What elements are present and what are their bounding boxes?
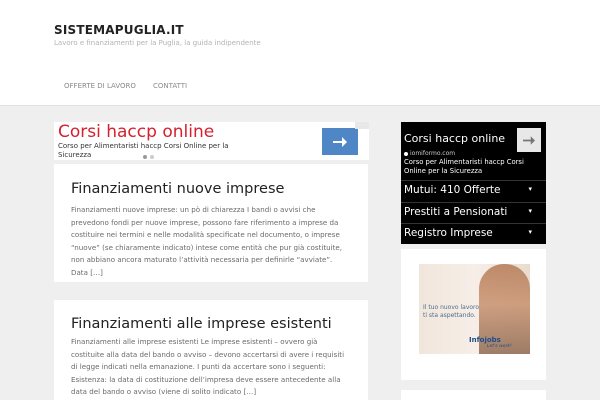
- main-nav: OFFERTE DI LAVORO CONTATTI: [0, 66, 600, 106]
- sidebar-ad-domain-text: iomiformo.com: [410, 150, 456, 157]
- chevron-down-icon: ▾: [528, 207, 532, 215]
- chevron-down-icon: ▾: [528, 228, 532, 236]
- infojobs-banner[interactable]: Il tuo nuovo lavoro ti sta aspettando. I…: [419, 264, 530, 354]
- carousel-dot-active[interactable]: [143, 155, 147, 159]
- post-excerpt: Finanziamenti nuove imprese: un pò di ch…: [71, 204, 351, 279]
- globe-icon: [404, 151, 408, 156]
- read-more-link[interactable]: […]: [90, 268, 103, 277]
- infojobs-logo: Infojobs: [469, 336, 501, 344]
- site-header: SISTEMAPUGLIA.IT Lavoro e finanziamenti …: [0, 0, 600, 66]
- carousel-dot[interactable]: [150, 155, 154, 159]
- ad-subtitle: Corso per Alimentaristi haccp Corsi Onli…: [58, 142, 229, 159]
- sidebar-ad[interactable]: Corsi haccp online iomiformo.com Corso p…: [401, 122, 546, 244]
- sidebar-ad-domain: iomiformo.com: [404, 150, 455, 157]
- sidebar-ad-link-label: Prestiti a Pensionati: [404, 206, 508, 218]
- ad-carousel-dots: [143, 155, 154, 159]
- ad-title[interactable]: Corsi haccp online: [58, 122, 214, 142]
- sidebar-ad-link-label: Registro Imprese: [404, 227, 493, 239]
- post-title[interactable]: Finanziamenti nuove imprese: [71, 181, 284, 197]
- post-title[interactable]: Finanziamenti alle imprese esistenti: [71, 316, 332, 332]
- nav-item-contatti[interactable]: CONTATTI: [153, 82, 187, 90]
- sidebar-ad-link-label: Mutui: 410 Offerte: [404, 184, 501, 196]
- banner-text: Il tuo nuovo lavoro ti sta aspettando.: [423, 304, 480, 319]
- sidebar-ad-link-mutui[interactable]: Mutui: 410 Offerte ▾: [401, 180, 546, 200]
- post-excerpt: Finanziamenti alle imprese esistenti Le …: [71, 336, 351, 399]
- sidebar-ad-subtitle: Corso per Alimentaristi haccp Corsi Onli…: [404, 158, 524, 175]
- sidebar-widget-banner: Il tuo nuovo lavoro ti sta aspettando. I…: [401, 249, 546, 380]
- site-title[interactable]: SISTEMAPUGLIA.IT: [54, 23, 184, 37]
- sidebar-ad-link-prestiti[interactable]: Prestiti a Pensionati ▾: [401, 202, 546, 222]
- infojobs-tagline: Let's work!: [487, 344, 512, 349]
- ad-choices-icon[interactable]: [355, 122, 369, 129]
- nav-item-offerte-di-lavoro[interactable]: OFFERTE DI LAVORO: [64, 82, 136, 90]
- arrow-right-icon: [523, 135, 535, 145]
- post-card: Finanziamenti alle imprese esistenti Fin…: [54, 300, 368, 400]
- sidebar-ad-link-registro[interactable]: Registro Imprese ▾: [401, 223, 546, 243]
- ad-go-button[interactable]: [322, 128, 358, 155]
- arrow-right-icon: [333, 136, 347, 147]
- site-description: Lavoro e finanziamenti per la Puglia, la…: [54, 39, 261, 47]
- post-excerpt-text: Finanziamenti nuove imprese: un pò di ch…: [71, 205, 342, 277]
- ad-banner-top[interactable]: Corsi haccp online Corso per Alimentaris…: [54, 122, 369, 160]
- post-excerpt-text: Finanziamenti alle imprese esistenti Le …: [71, 337, 345, 396]
- sidebar-widget: [401, 390, 546, 400]
- sidebar-ad-go-button[interactable]: [517, 128, 541, 152]
- chevron-down-icon: ▾: [528, 185, 532, 193]
- post-card: Finanziamenti nuove imprese Finanziament…: [54, 164, 368, 282]
- read-more-link[interactable]: […]: [243, 387, 256, 396]
- sidebar-ad-title[interactable]: Corsi haccp online: [404, 132, 505, 145]
